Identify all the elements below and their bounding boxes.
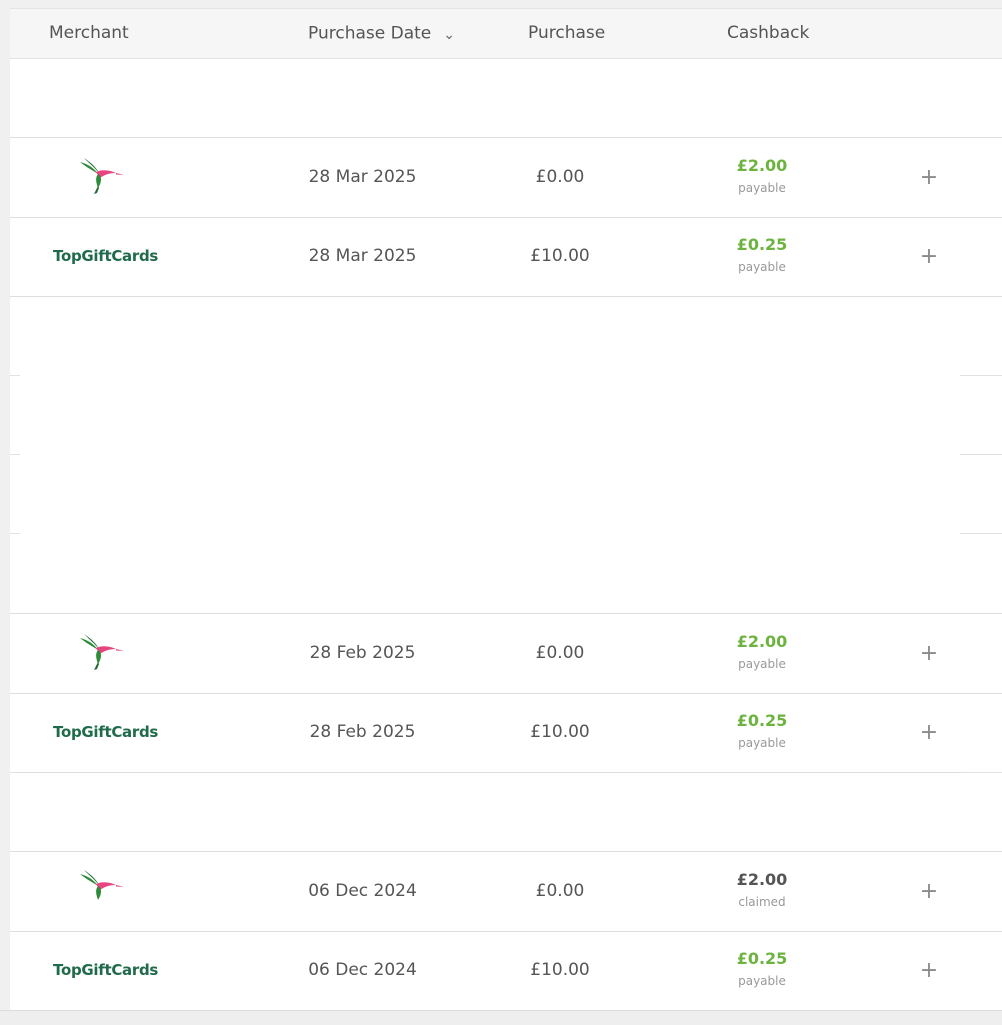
- header-merchant: Merchant: [49, 23, 129, 43]
- row-divider: [10, 375, 20, 376]
- header-purchase-date[interactable]: Purchase Date ⌄: [308, 9, 455, 58]
- purchase-amount: £0.00: [535, 167, 585, 187]
- cashback-status: payable: [738, 260, 786, 274]
- expand-row-button[interactable]: +: [915, 931, 943, 1010]
- expand-row-button[interactable]: +: [915, 138, 943, 217]
- merchant-logo: TopGiftCards: [10, 217, 195, 296]
- cashback-table-panel: Merchant Purchase Date ⌄ Purchase Cashbac…: [10, 8, 1002, 1011]
- hummingbird-icon: [80, 870, 124, 900]
- hummingbird-icon: [80, 158, 124, 194]
- row-divider: [966, 772, 1002, 773]
- purchase-date: 28 Feb 2025: [309, 643, 416, 663]
- cashback-amount: £2.00: [736, 870, 788, 889]
- table-row[interactable]: 06 Dec 2024 £0.00 £2.00 claimed +: [10, 851, 1002, 932]
- merchant-logo: TopGiftCards: [10, 693, 195, 772]
- merchant-logo: [10, 852, 195, 931]
- header-purchase-date-label: Purchase Date: [308, 23, 432, 44]
- purchase-date: 06 Dec 2024: [308, 881, 417, 901]
- cashback-status: claimed: [738, 895, 786, 909]
- purchase-amount: £0.00: [535, 881, 585, 901]
- table-row[interactable]: 28 Feb 2025 £0.00 £2.00 payable +: [10, 613, 1002, 694]
- cashback-cell: £2.00 payable: [710, 156, 814, 197]
- table-header: Merchant Purchase Date ⌄ Purchase Cashbac…: [10, 8, 1002, 59]
- cashback-amount: £2.00: [736, 156, 788, 175]
- footer-strip: [0, 1010, 1002, 1025]
- purchase-date: 06 Dec 2024: [308, 960, 417, 980]
- merchant-logo: [10, 614, 195, 693]
- cashback-status: payable: [738, 181, 786, 195]
- purchase-date: 28 Mar 2025: [308, 246, 417, 266]
- purchase-amount: £10.00: [530, 722, 590, 742]
- topgiftcards-logo: TopGiftCards: [53, 247, 159, 265]
- cashback-cell: £0.25 payable: [710, 235, 814, 276]
- expand-row-button[interactable]: +: [915, 693, 943, 772]
- table-row[interactable]: TopGiftCards 28 Feb 2025 £10.00 £0.25 pa…: [10, 693, 1002, 773]
- topgiftcards-logo: TopGiftCards: [53, 961, 159, 979]
- cashback-amount: £2.00: [736, 632, 788, 651]
- row-divider: [960, 454, 1002, 455]
- cashback-cell: £0.25 payable: [710, 711, 814, 752]
- cashback-amount: £0.25: [736, 949, 788, 968]
- cashback-status: payable: [738, 657, 786, 671]
- expand-row-button[interactable]: +: [915, 852, 943, 931]
- purchase-date: 28 Feb 2025: [309, 722, 416, 742]
- topgiftcards-logo: TopGiftCards: [53, 723, 159, 741]
- cashback-status: payable: [738, 736, 786, 750]
- cashback-cell: £2.00 claimed: [710, 870, 814, 911]
- purchase-amount: £10.00: [530, 246, 590, 266]
- merchant-logo: TopGiftCards: [10, 931, 195, 1010]
- hummingbird-icon: [80, 634, 124, 670]
- table-row[interactable]: TopGiftCards 06 Dec 2024 £10.00 £0.25 pa…: [10, 931, 1002, 1011]
- cashback-amount: £0.25: [736, 235, 788, 254]
- header-purchase: Purchase: [528, 23, 606, 43]
- purchase-date: 28 Mar 2025: [308, 167, 417, 187]
- row-divider: [10, 454, 20, 455]
- purchase-amount: £10.00: [530, 960, 590, 980]
- table-row[interactable]: 28 Mar 2025 £0.00 £2.00 payable +: [10, 137, 1002, 218]
- purchase-amount: £0.00: [535, 643, 585, 663]
- expand-row-button[interactable]: +: [915, 614, 943, 693]
- merchant-logo: [10, 138, 195, 217]
- row-divider: [10, 772, 16, 773]
- cashback-status: payable: [738, 974, 786, 988]
- row-divider: [960, 375, 1002, 376]
- chevron-down-icon[interactable]: ⌄: [443, 11, 455, 60]
- table-row[interactable]: TopGiftCards 28 Mar 2025 £10.00 £0.25 pa…: [10, 217, 1002, 297]
- expand-row-button[interactable]: +: [915, 217, 943, 296]
- cashback-amount: £0.25: [736, 711, 788, 730]
- header-cashback: Cashback: [727, 23, 810, 43]
- cashback-cell: £0.25 payable: [710, 949, 814, 990]
- row-divider: [960, 533, 1002, 534]
- row-divider: [10, 533, 20, 534]
- cashback-cell: £2.00 payable: [710, 632, 814, 673]
